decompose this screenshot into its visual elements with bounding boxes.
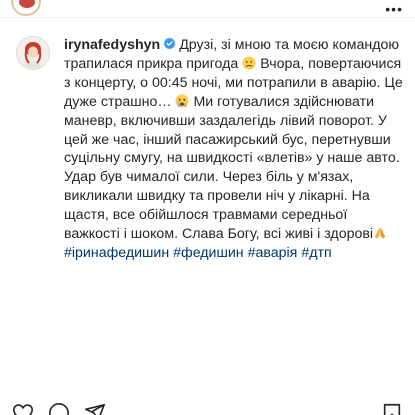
hashtag-link[interactable]: #іринафедишин xyxy=(64,245,169,261)
post-action-bar xyxy=(0,398,415,415)
caption-text-part-3: Ми готувалися здійснювати маневр, включи… xyxy=(64,93,400,243)
previous-post-header: ••• xyxy=(0,0,415,17)
hashtag-link[interactable]: #федишин xyxy=(173,245,244,261)
praying-hands-emoji xyxy=(374,227,386,239)
verified-badge-icon xyxy=(163,37,176,50)
heart-icon[interactable] xyxy=(12,402,34,415)
avatar-image xyxy=(17,37,49,69)
share-icon[interactable] xyxy=(84,402,106,415)
comment-icon[interactable] xyxy=(48,402,70,415)
post-caption: irynafedyshyn Друзі, зі мною та моєю ком… xyxy=(64,36,404,263)
hashtag-link[interactable]: #аварія xyxy=(248,245,298,261)
avatar-partial[interactable] xyxy=(11,0,41,16)
username-link[interactable]: irynafedyshyn xyxy=(64,37,160,53)
disappointed-face-emoji xyxy=(242,56,256,70)
more-options-icon[interactable]: ••• xyxy=(385,2,403,16)
bookmark-icon[interactable] xyxy=(381,402,403,415)
avatar[interactable] xyxy=(16,36,50,70)
crying-face-emoji xyxy=(175,94,190,108)
divider xyxy=(0,17,415,18)
hashtag-link[interactable]: #дтп xyxy=(301,245,331,261)
instagram-post-comments: ••• irynafedyshyn Друзі, зі мною та моєю… xyxy=(0,0,415,415)
